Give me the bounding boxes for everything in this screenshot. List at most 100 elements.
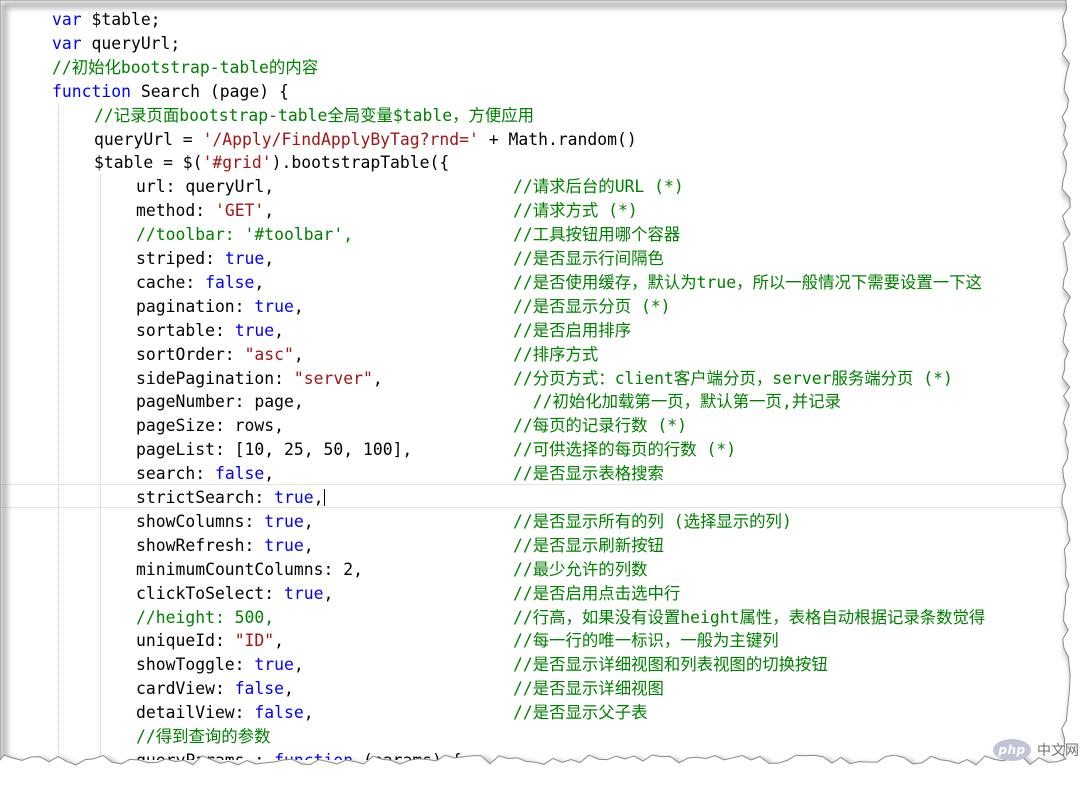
code-text: pageNumber: page, [136, 392, 304, 412]
code-line[interactable]: uniqueId: "ID", //每一行的唯一标识，一般为主键列 [136, 629, 779, 653]
code-comment: //排序方式 [513, 344, 599, 364]
code-text: + Math.random() [478, 129, 637, 149]
code-line[interactable]: showColumns: true, //是否显示所有的列 (选择显示的列) [136, 510, 792, 534]
code-line[interactable]: var queryUrl; [52, 32, 180, 56]
code-text: sidePagination: [136, 368, 294, 388]
code-string: '/Apply/FindApplyByTag?rnd=' [202, 129, 479, 149]
code-text: , [274, 320, 285, 340]
code-text: uniqueId: [136, 631, 235, 651]
code-line[interactable]: var $table; [52, 8, 161, 32]
code-text: Search (page) { [130, 81, 289, 101]
code-line[interactable]: pageList: [10, 25, 50, 100], //可供选择的每页的行数… [136, 438, 736, 462]
code-text: , [303, 511, 314, 531]
screenshot-paper: var $table; var queryUrl;//初始化bootstrap-t… [0, 0, 1087, 789]
code-comment: //可供选择的每页的行数 (*) [513, 440, 737, 460]
code-text: , [293, 296, 304, 316]
code-line[interactable]: cache: false, //是否使用缓存，默认为true，所以一般情况下需要设… [136, 271, 982, 295]
code-comment: //是否显示详细视图 [513, 679, 664, 699]
code-line[interactable]: pageNumber: page, //初始化加载第一页，默认第一页,并记录 [136, 390, 841, 414]
code-comment: //是否显示行间隔色 [513, 249, 664, 268]
code-keyword: true [264, 535, 304, 555]
code-line[interactable]: pagination: true, //是否显示分页 (*) [136, 295, 671, 319]
code-text: , [264, 464, 275, 484]
code-keyword: var [52, 10, 82, 29]
code-text: , [303, 535, 314, 555]
code-text: url: queryUrl, [136, 177, 275, 197]
code-text: detailView: [136, 703, 255, 723]
code-comment: //初始化bootstrap-table的内容 [52, 57, 319, 77]
indent-guide [100, 175, 101, 760]
code-line[interactable]: cardView: false, //是否显示详细视图 [136, 677, 664, 701]
code-line[interactable]: minimumCountColumns: 2, //最少允许的列数 [136, 558, 647, 582]
code-comment: //工具按钮用哪个容器 [513, 225, 681, 245]
code-comment: //记录页面bootstrap-table全局变量$table，方便应用 [94, 105, 535, 125]
code-line[interactable]: sortable: true, //是否启用排序 [136, 319, 631, 343]
code-line[interactable]: showRefresh: true, //是否显示刷新按钮 [136, 534, 664, 558]
code-keyword: false [205, 272, 255, 292]
watermark-text: 中文网 [1037, 743, 1079, 759]
code-line[interactable]: method: 'GET', //请求方式 (*) [136, 199, 638, 223]
code-comment: //最少允许的列数 [513, 559, 648, 579]
code-comment: //得到查询的参数 [136, 727, 271, 746]
indent-guide [58, 103, 59, 760]
code-text: showColumns: [136, 511, 265, 531]
code-text: , [313, 488, 324, 507]
code-string: "asc" [244, 344, 294, 364]
code-keyword: function [274, 751, 353, 760]
code-comment: //请求后台的URL (*) [513, 177, 684, 197]
code-comment: //是否显示表格搜索 [513, 464, 664, 484]
code-keyword: false [214, 464, 265, 484]
code-comment: //每页的记录行数 (*) [513, 416, 687, 436]
code-line[interactable]: //height: 500, //行高，如果没有设置height属性，表格自动根据… [136, 606, 985, 630]
code-line[interactable]: striped: true, //是否显示行间隔色 [136, 247, 664, 271]
code-text: cache: [136, 272, 206, 292]
code-keyword: false [234, 679, 285, 699]
code-comment: //是否启用点击选中行 [513, 583, 681, 603]
code-text: , [303, 703, 314, 723]
code-keyword: var [52, 33, 82, 53]
code-line[interactable]: detailView: false, //是否显示父子表 [136, 701, 647, 725]
code-text: , [264, 249, 275, 268]
code-string: "ID" [234, 631, 275, 651]
code-line[interactable]: clickToSelect: true, //是否启用点击选中行 [136, 582, 680, 606]
code-text: minimumCountColumns: 2, [136, 559, 363, 579]
code-text: , [293, 655, 304, 675]
code-line[interactable]: pageSize: rows, //每页的记录行数 (*) [136, 414, 687, 438]
code-comment: //是否显示所有的列 (选择显示的列) [513, 511, 792, 531]
code-text: , [254, 272, 265, 292]
code-string: 'GET' [214, 201, 265, 221]
code-text: striped: [136, 249, 225, 268]
code-line[interactable]: url: queryUrl, //请求后台的URL (*) [136, 175, 684, 199]
code-text: , [284, 679, 294, 699]
watermark: php 中文网 [993, 739, 1079, 761]
code-comment: //height: 500, [136, 607, 275, 627]
code-line[interactable]: //toolbar: '#toolbar', //工具按钮用哪个容器 [136, 223, 680, 247]
code-line[interactable]: queryParams : function (params) { [136, 749, 462, 760]
code-text: queryUrl = [94, 129, 203, 149]
code-line[interactable]: search: false, //是否显示表格搜索 [136, 462, 664, 486]
code-line[interactable]: strictSearch: true, [136, 486, 325, 510]
code-editor[interactable]: var $table; var queryUrl;//初始化bootstrap-t… [0, 0, 1062, 760]
code-text: queryParams : [136, 751, 274, 760]
code-line[interactable]: $table = $('#grid').bootstrapTable({ [94, 151, 449, 175]
code-comment: //是否显示父子表 [513, 703, 648, 723]
code-text: , [323, 583, 334, 603]
code-line[interactable]: function Search (page) { [52, 80, 289, 104]
code-text: , [293, 344, 304, 364]
code-line[interactable]: //得到查询的参数 [136, 725, 270, 749]
code-text: , [372, 368, 383, 388]
code-line[interactable]: //记录页面bootstrap-table全局变量$table，方便应用 [94, 104, 534, 128]
code-line[interactable]: sortOrder: "asc", //排序方式 [136, 343, 598, 367]
code-line[interactable]: sidePagination: "server", //分页方式：client客户… [136, 367, 953, 391]
code-line[interactable]: //初始化bootstrap-table的内容 [52, 56, 318, 80]
code-line[interactable]: showToggle: true, //是否显示详细视图和列表视图的切换按钮 [136, 653, 828, 677]
text-caret [323, 489, 325, 506]
code-keyword: function [52, 81, 131, 101]
code-keyword: true [264, 511, 304, 531]
code-comment: //行高，如果没有设置height属性，表格自动根据记录条数觉得 [513, 607, 986, 627]
code-line[interactable]: queryUrl = '/Apply/FindApplyByTag?rnd=' … [94, 128, 637, 152]
code-comment: //是否启用排序 [513, 320, 632, 340]
code-keyword: true [274, 488, 314, 507]
code-comment: //是否显示详细视图和列表视图的切换按钮 [513, 655, 828, 675]
code-text: strictSearch: [136, 488, 275, 507]
